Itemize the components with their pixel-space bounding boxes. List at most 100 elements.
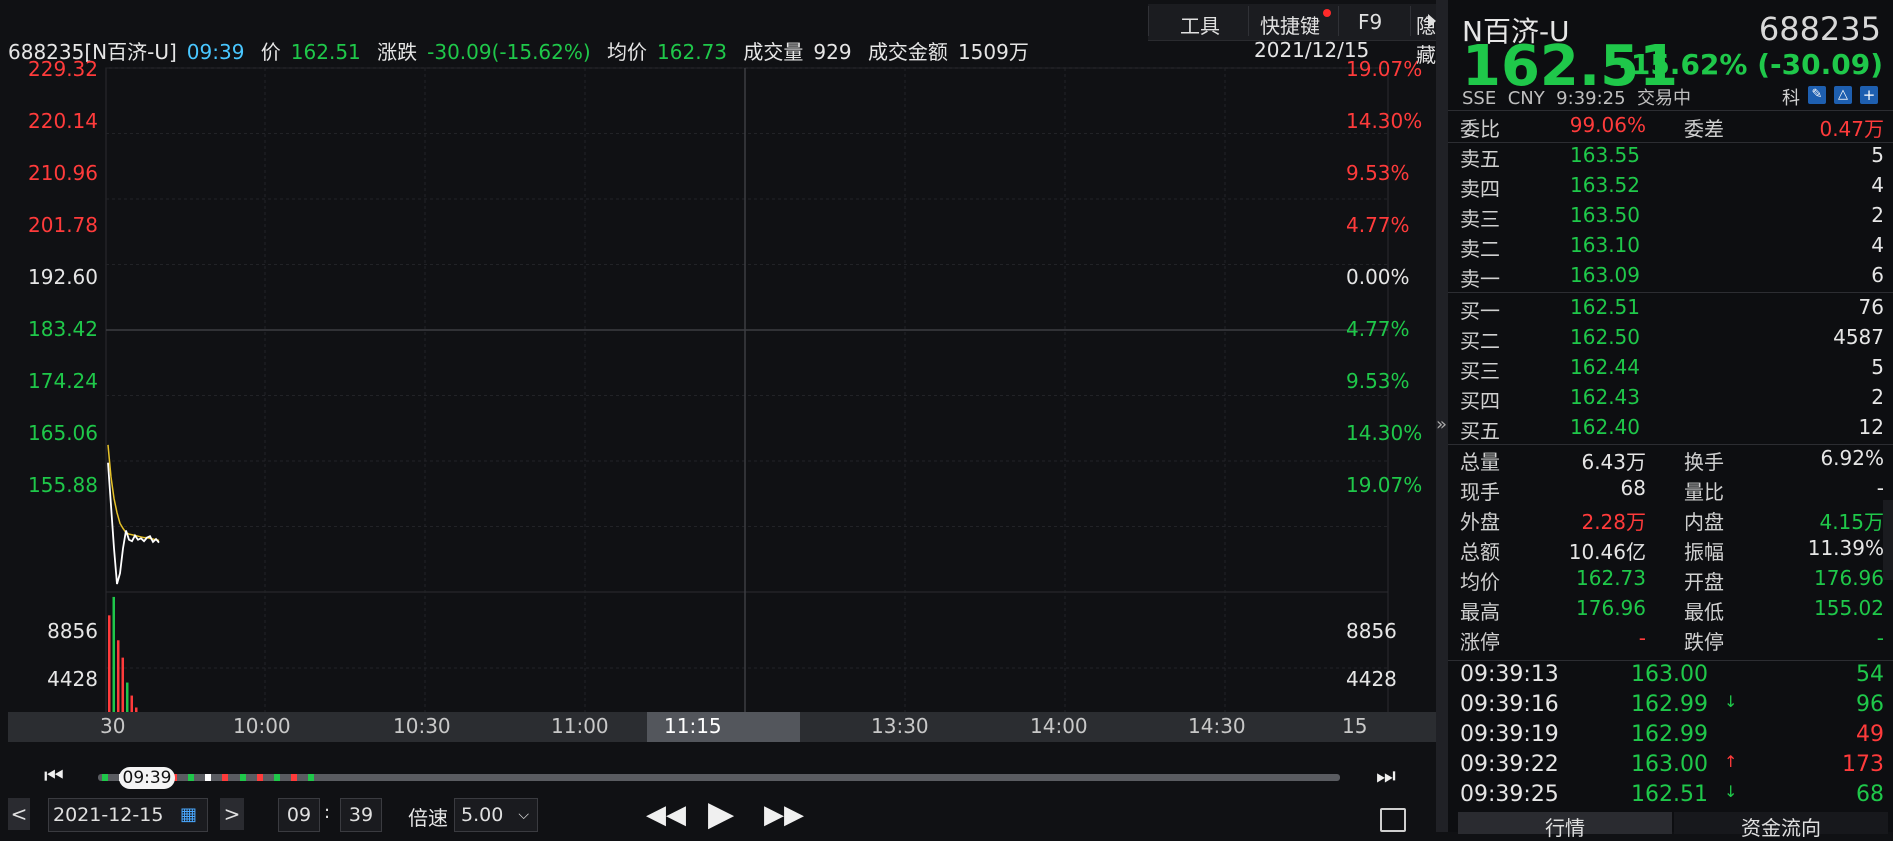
- stat-value: -: [1876, 476, 1884, 500]
- playback-progress[interactable]: [98, 774, 1340, 781]
- time-label-1100: 11:00: [551, 714, 609, 738]
- tick-volume: 68: [1856, 782, 1884, 807]
- time-label-1500: 15: [1342, 714, 1368, 738]
- tick-row: 09:39:22 163.00 ↑ 173: [1460, 752, 1884, 782]
- stat-value: 10.46亿: [1568, 540, 1646, 564]
- bid-volume: 76: [1858, 295, 1884, 319]
- skip-end-icon[interactable]: ⏭: [1376, 764, 1396, 789]
- avg-value: 162.73: [657, 40, 728, 64]
- ask-volume: 5: [1871, 143, 1884, 167]
- fast-forward-icon[interactable]: ▶▶: [764, 800, 804, 830]
- progress-marker: [256, 774, 263, 781]
- arrow-down-icon: ↓: [1724, 782, 1738, 801]
- calendar-icon[interactable]: ▦: [180, 804, 197, 825]
- speed-select[interactable]: 5.00 ⌵: [454, 798, 538, 832]
- left-axis-label: 229.32: [28, 57, 98, 81]
- avg-price-line: [107, 444, 160, 542]
- quote-panel: N百济-U 688235 162.51 -15.62% (-30.09) SSE…: [1448, 0, 1893, 840]
- left-axis-label: 155.88: [28, 473, 98, 497]
- scrollbar[interactable]: [1883, 500, 1893, 580]
- stat-label: 现手: [1460, 480, 1500, 504]
- currency: CNY: [1507, 88, 1545, 109]
- weibi-row: 委比 99.06% 委差 0.47万: [1460, 113, 1884, 143]
- tick-price: 162.99: [1631, 692, 1708, 717]
- rewind-icon[interactable]: ◀◀: [646, 800, 686, 830]
- header-time: 09:39: [186, 40, 245, 64]
- progress-marker: [187, 774, 194, 781]
- intraday-chart[interactable]: [0, 0, 1440, 760]
- f9-button[interactable]: F9: [1358, 10, 1382, 34]
- tick-time: 09:39:13: [1460, 662, 1559, 687]
- left-axis-label: 210.96: [28, 161, 98, 185]
- tick-time: 09:39:22: [1460, 752, 1559, 777]
- tab-capital-flow[interactable]: 资金流向: [1674, 812, 1888, 840]
- ask-volume: 2: [1871, 203, 1884, 227]
- ask-level-label: 卖二: [1460, 237, 1500, 261]
- hour-field[interactable]: 09: [278, 798, 320, 832]
- left-axis-label: 192.60: [28, 265, 98, 289]
- progress-marker: [222, 774, 229, 781]
- shortcuts-menu[interactable]: 快捷键: [1260, 10, 1320, 39]
- chart-info-bar: 688235[N百济-U] 09:39 价 162.51 涨跌 -30.09(-15.…: [8, 36, 1346, 68]
- collapse-chevron-icon[interactable]: »: [1436, 414, 1447, 435]
- skip-start-icon[interactable]: ⏮: [44, 764, 64, 789]
- stock-code: 688235: [1758, 10, 1881, 48]
- stat-label: 最高: [1460, 600, 1500, 624]
- stat-value: 2.28万: [1581, 510, 1646, 534]
- bid-row: 买二 162.50 4587: [1460, 325, 1884, 355]
- screenshot-icon[interactable]: [1380, 808, 1406, 832]
- bid-price: 162.43: [1570, 385, 1640, 409]
- ask-price: 163.10: [1570, 233, 1640, 257]
- price-label: 价: [260, 40, 281, 64]
- weicha-value: 0.47万: [1819, 117, 1884, 141]
- stat-row: 现手 68 量比 -: [1460, 476, 1884, 506]
- stat-value: -: [1638, 626, 1646, 650]
- panel-divider[interactable]: »: [1436, 0, 1448, 832]
- bell-icon[interactable]: △: [1834, 86, 1852, 104]
- stat-value: -: [1876, 626, 1884, 650]
- stat-label: 外盘: [1460, 510, 1500, 534]
- left-axis-label: 165.06: [28, 421, 98, 445]
- progress-marker: [273, 774, 280, 781]
- bid-price: 162.51: [1570, 295, 1640, 319]
- tick-volume: 54: [1856, 662, 1884, 687]
- prev-day-button[interactable]: <: [8, 798, 30, 830]
- speed-label: 倍速: [408, 806, 448, 830]
- edit-icon[interactable]: ✎: [1808, 86, 1826, 104]
- bid-level-label: 买四: [1460, 389, 1500, 413]
- next-day-button[interactable]: >: [220, 798, 244, 830]
- bid-volume: 4587: [1833, 325, 1884, 349]
- bid-volume: 12: [1858, 415, 1884, 439]
- chevron-down-icon: ⌵: [518, 807, 529, 823]
- ask-volume: 4: [1871, 233, 1884, 257]
- bid-row: 买四 162.43 2: [1460, 385, 1884, 415]
- stat-label: 涨停: [1460, 630, 1500, 654]
- avg-label: 均价: [607, 40, 648, 64]
- ask-price: 163.50: [1570, 203, 1640, 227]
- time-label-1115: 11:15: [664, 714, 722, 738]
- tab-quote[interactable]: 行情: [1458, 812, 1672, 840]
- weicha-label: 委差: [1684, 117, 1724, 141]
- tick-time: 09:39:19: [1460, 722, 1559, 747]
- tick-time: 09:39:16: [1460, 692, 1559, 717]
- exchange: SSE: [1462, 88, 1497, 109]
- tools-menu[interactable]: 工具: [1180, 10, 1220, 39]
- stat-label: 跌停: [1684, 630, 1724, 654]
- stat-value: 6.43万: [1581, 450, 1646, 474]
- stat-row: 总量 6.43万 换手 6.92%: [1460, 446, 1884, 476]
- minute-field[interactable]: 39: [340, 798, 382, 832]
- playback-time-bubble[interactable]: 09:39: [119, 767, 175, 789]
- play-icon[interactable]: ▶: [708, 794, 734, 834]
- change-value: -30.09(-15.62%): [427, 40, 591, 64]
- tick-row: 09:39:19 162.99 49: [1460, 722, 1884, 752]
- play-arrow-icon[interactable]: [1428, 14, 1436, 28]
- ask-price: 163.09: [1570, 263, 1640, 287]
- price-change: -15.62% (-30.09): [1619, 48, 1883, 81]
- bid-row: 买三 162.44 5: [1460, 355, 1884, 385]
- bid-level-label: 买二: [1460, 329, 1500, 353]
- add-icon[interactable]: +: [1860, 86, 1878, 104]
- stat-value: 68: [1620, 476, 1646, 500]
- stat-label: 振幅: [1684, 540, 1724, 564]
- speed-value: 5.00: [461, 804, 504, 826]
- time-label-1330: 13:30: [871, 714, 929, 738]
